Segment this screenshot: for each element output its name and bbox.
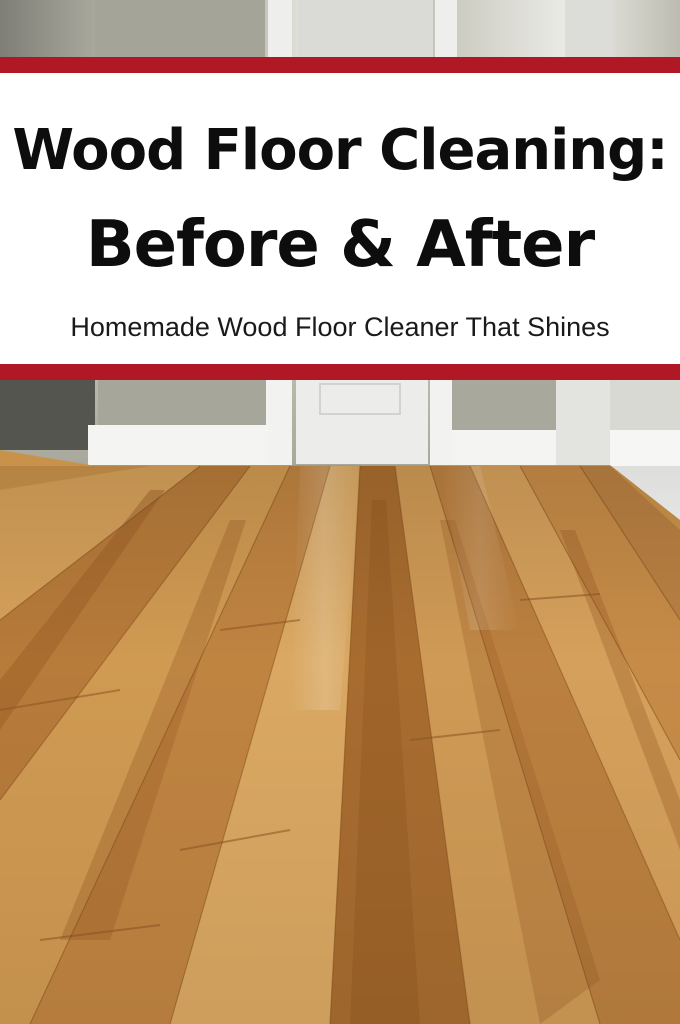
headline-line-2: Before & After: [85, 208, 595, 282]
top-red-band: [0, 57, 680, 73]
pin-graphic: Wood Floor Cleaning: Before & After Home…: [0, 0, 680, 1024]
hardwood-floor-photo: [0, 380, 680, 1024]
bottom-red-band: [0, 364, 680, 380]
top-room-photo-strip: [0, 0, 680, 57]
headline-line-1: Wood Floor Cleaning:: [12, 118, 668, 183]
subheadline: Homemade Wood Floor Cleaner That Shines: [70, 312, 610, 342]
